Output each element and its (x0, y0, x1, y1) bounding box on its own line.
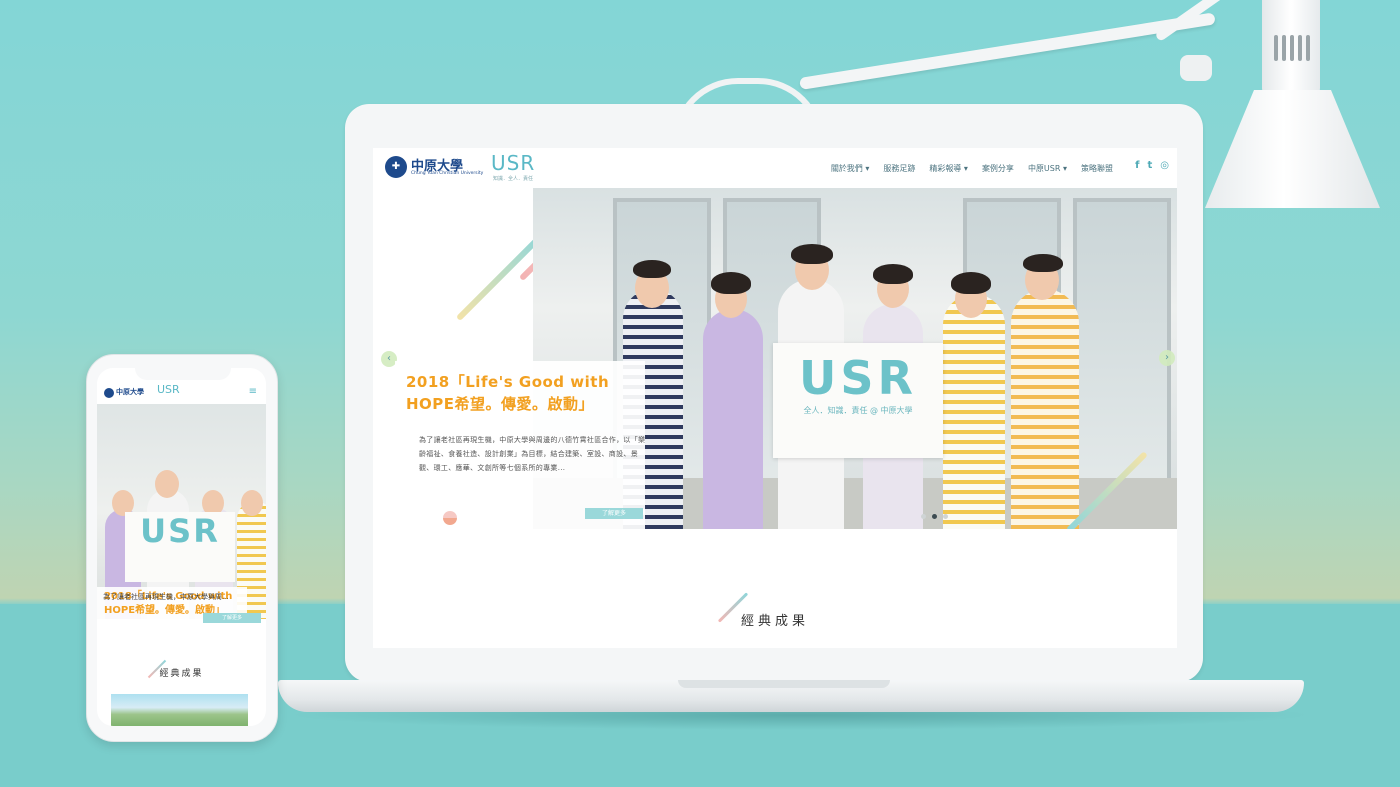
nav-cases[interactable]: 案例分享 (982, 163, 1014, 174)
site-header: ✚ 中原大學 Chung Yuan Christian University U… (373, 148, 1177, 188)
student-head (241, 490, 263, 516)
nav-reports[interactable]: 精彩報導 ▾ (929, 163, 968, 174)
mobile-learn-more-button[interactable]: 了解更多 (203, 613, 261, 623)
university-logo-en: Chung Yuan Christian University (411, 171, 484, 176)
usr-tagline: 知識．全人．責任 (493, 176, 534, 182)
nav-footprints[interactable]: 服務足跡 (883, 163, 915, 174)
facebook-icon[interactable]: f (1135, 160, 1139, 171)
student-hair (633, 260, 671, 278)
usr-logo[interactable]: USR (157, 383, 180, 396)
instagram-icon[interactable]: ◎ (1160, 160, 1169, 171)
student-hair (1023, 254, 1063, 272)
student-hair (873, 264, 913, 284)
lamp-arm (799, 12, 1216, 90)
lamp-vent (1290, 35, 1294, 61)
lamp-vent (1306, 35, 1310, 61)
university-seal-icon[interactable]: ✚ (385, 156, 407, 178)
hero-body: 為了讓老社區再現生機，中原大學與周邊的八德竹霄社區合作，以「樂齡福祉、食養社造、… (419, 436, 646, 472)
university-logo-text[interactable]: 中原大學 (116, 387, 144, 397)
student-hair (791, 244, 833, 264)
main-nav: 關於我們 ▾ 服務足跡 精彩報導 ▾ 案例分享 中原USR ▾ 策略聯盟 (831, 163, 1113, 174)
lamp-vent (1274, 35, 1278, 61)
mobile-section-title: 經典成果 (159, 669, 204, 679)
lamp-vent (1282, 35, 1286, 61)
usr-logo[interactable]: USR (491, 151, 535, 175)
nav-alliance[interactable]: 策略聯盟 (1081, 163, 1113, 174)
student-figure (1011, 289, 1079, 529)
learn-more-button[interactable]: 了解更多 (585, 508, 643, 519)
lamp-neck (1262, 0, 1320, 100)
student-figure (703, 309, 763, 529)
mobile-hero: USR 2018「Life's Good with HOPE希望。傳愛。啟動」 (97, 404, 266, 619)
phone-screen: 中原大學 USR ≡ USR 2018「Life's Good with HOP… (97, 368, 266, 726)
carousel-dot[interactable] (921, 514, 926, 519)
mobile-hero-body: 為了讓老社區再現生機，中原大學與周... (103, 593, 229, 601)
usr-sign-subtitle: 全人．知識．責任 @ 中原大學 (803, 406, 913, 415)
social-links: f t ◎ (1135, 160, 1169, 171)
mobile-result-thumbnail[interactable] (111, 694, 248, 726)
student-figure (943, 294, 1005, 529)
lamp-vent (1298, 35, 1302, 61)
decor-stripe (455, 232, 545, 322)
student-head (155, 470, 179, 498)
carousel-dots (921, 514, 948, 519)
carousel-dot-active[interactable] (932, 514, 937, 519)
decor-ball (443, 511, 457, 525)
section-title: 經典成果 (740, 614, 809, 629)
usr-sign-text: USR (125, 512, 235, 582)
nav-about[interactable]: 關於我們 ▾ (831, 163, 870, 174)
nav-cycu-usr[interactable]: 中原USR ▾ (1028, 163, 1067, 174)
usr-sign-text: USR (799, 351, 917, 405)
university-seal-icon[interactable] (104, 388, 114, 398)
hero-title: 2018「Life's Good with HOPE希望。傳愛。啟動」 (406, 373, 610, 413)
hero-card: 2018「Life's Good with HOPE希望。傳愛。啟動」 為了讓老… (395, 361, 645, 531)
laptop-notch (678, 680, 890, 688)
student-hair (951, 272, 991, 294)
lamp-shade (1205, 90, 1380, 208)
next-arrow-icon[interactable]: › (1159, 350, 1175, 366)
laptop-screen: ✚ 中原大學 Chung Yuan Christian University U… (373, 148, 1177, 648)
phone-notch (135, 364, 231, 380)
carousel-dot[interactable] (943, 514, 948, 519)
usr-sign: USR 全人．知識．責任 @ 中原大學 (773, 343, 943, 458)
hamburger-menu-icon[interactable]: ≡ (249, 386, 257, 397)
twitter-icon[interactable]: t (1147, 160, 1152, 171)
lamp-joint (1180, 55, 1212, 81)
student-hair (711, 272, 751, 294)
